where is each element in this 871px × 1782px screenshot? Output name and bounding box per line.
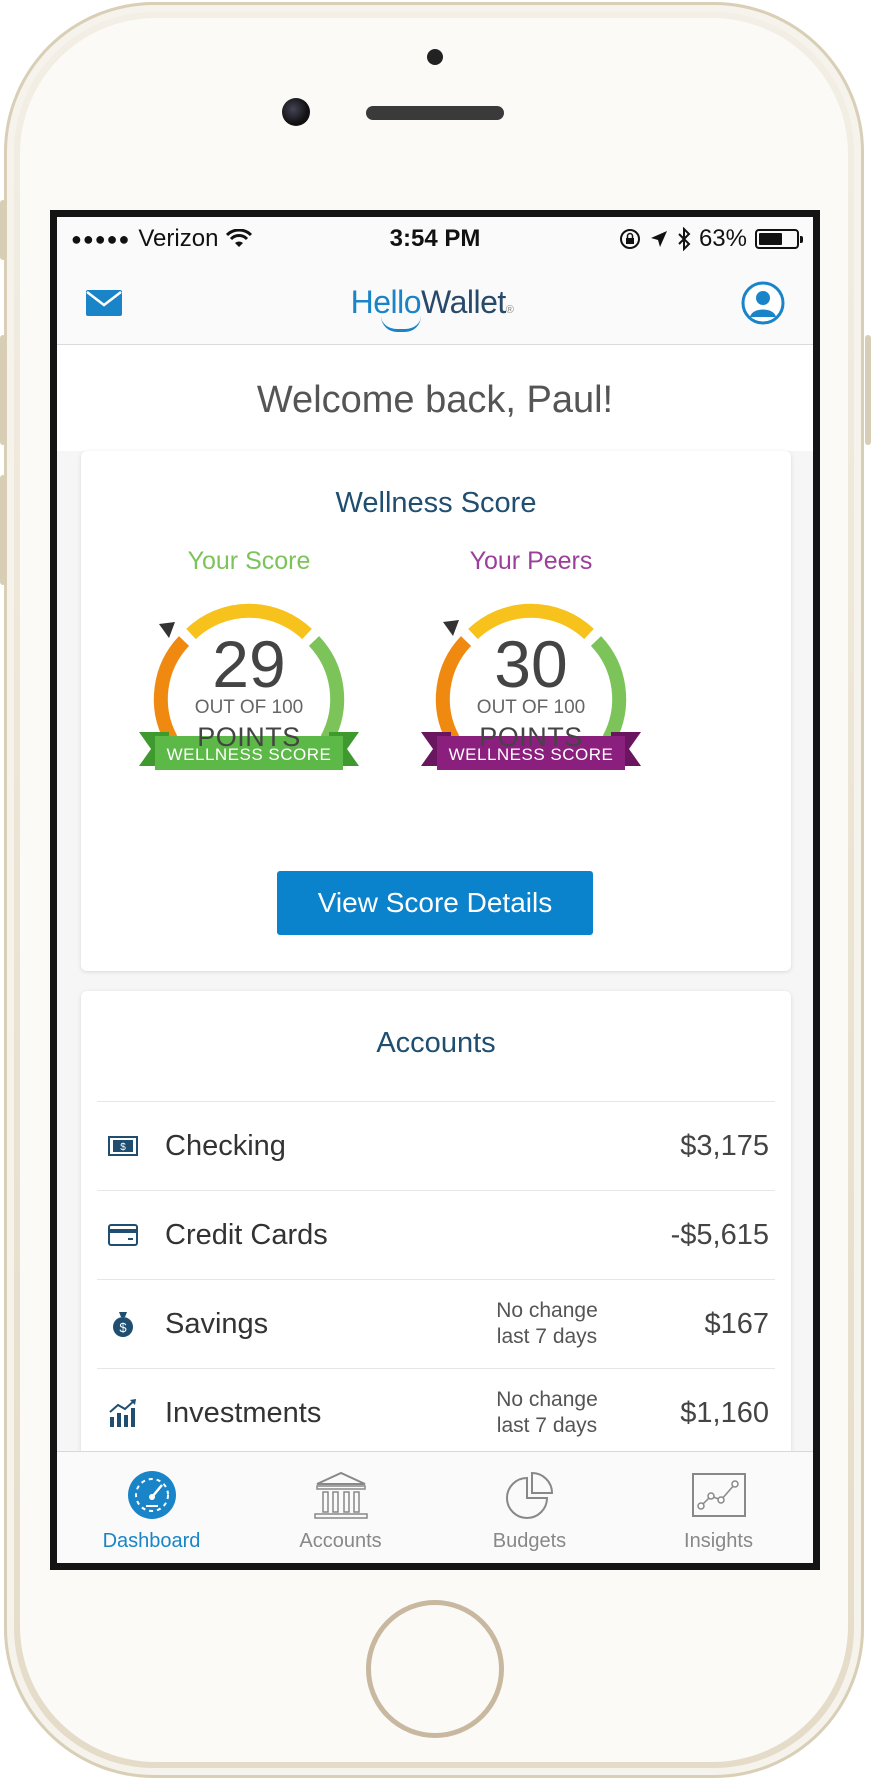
account-note-line1: No change (496, 1387, 598, 1411)
earpiece-speaker (366, 106, 504, 120)
cash-icon: $ (97, 1136, 149, 1156)
account-amount: $167 (704, 1307, 769, 1340)
svg-text:$: $ (119, 1320, 127, 1335)
your-score-label: Your Score (187, 547, 311, 575)
tab-budgets[interactable]: Budgets (445, 1466, 615, 1553)
tab-label: Budgets (492, 1530, 567, 1552)
mute-switch (0, 200, 6, 260)
tab-label: Accounts (299, 1530, 382, 1552)
peers-score-label: Your Peers (469, 547, 593, 575)
tab-bar: Dashboard Accounts Budgets Insights (57, 1451, 813, 1563)
tab-label: Dashboard (102, 1530, 201, 1552)
brand-mark: ® (505, 304, 514, 316)
account-name: Credit Cards (165, 1218, 328, 1251)
peers-score-value: 30 (494, 627, 568, 701)
accounts-title: Accounts (376, 1027, 496, 1059)
peers-score-gauge: Your Peers WELLNESS SCORE 30 OUT OF 100 … (411, 547, 651, 779)
account-row-credit-cards[interactable]: Credit Cards -$5,615 (97, 1190, 775, 1279)
account-change-note: No change last 7 days (452, 1298, 642, 1351)
signal-strength-icon: ●●●●● (71, 228, 131, 249)
view-score-details-button[interactable]: View Score Details (277, 871, 593, 935)
status-time: 3:54 PM (389, 225, 481, 252)
account-row-savings[interactable]: $ Savings No change last 7 days $167 (97, 1279, 775, 1368)
main-content[interactable]: Welcome back, Paul! Wellness Score Your … (57, 345, 813, 1465)
account-note-line2: last 7 days (496, 1414, 598, 1437)
front-camera (282, 98, 310, 126)
account-amount: -$5,615 (670, 1218, 769, 1251)
line-chart-icon (634, 1466, 804, 1524)
dashboard-icon (67, 1466, 237, 1524)
welcome-message: Welcome back, Paul! (57, 345, 813, 451)
tab-insights[interactable]: Insights (634, 1466, 804, 1553)
status-right: 63% (619, 225, 803, 253)
account-amount: $1,160 (680, 1396, 769, 1429)
account-name: Checking (165, 1129, 286, 1162)
wifi-icon (226, 229, 253, 247)
money-bag-icon: $ (97, 1310, 149, 1338)
your-score-value: 29 (212, 627, 286, 701)
bluetooth-icon (678, 227, 691, 251)
bank-icon (256, 1466, 426, 1524)
profile-icon[interactable] (741, 281, 785, 325)
account-amount: $3,175 (680, 1129, 769, 1162)
carrier-name: Verizon (138, 225, 219, 252)
accounts-list: $ Checking $3,175 Credit Cards -$5,615 $… (97, 1101, 775, 1457)
battery-icon (755, 229, 803, 249)
account-note-line1: No change (496, 1298, 598, 1322)
peers-score-unit: POINTS (479, 722, 583, 752)
accounts-card: Accounts $ Checking $3,175 Credit Cards … (81, 991, 791, 1465)
brand-hello: Hello (350, 284, 422, 320)
brand-wallet: Wallet (421, 284, 506, 320)
growth-chart-icon (97, 1399, 149, 1427)
tab-accounts[interactable]: Accounts (256, 1466, 426, 1553)
your-score-gauge: Your Score WELLNESS SCORE 29 OUT OF 100 … (129, 547, 369, 779)
account-row-investments[interactable]: Investments No change last 7 days $1,160 (97, 1368, 775, 1457)
hellowallet-logo: HelloWallet® (350, 284, 514, 332)
proximity-sensor (427, 49, 443, 65)
account-note-line2: last 7 days (496, 1325, 598, 1348)
power-button (865, 335, 871, 445)
tab-dashboard[interactable]: Dashboard (67, 1466, 237, 1553)
status-bar: ●●●●● Verizon 3:54 PM 63% (57, 217, 813, 261)
credit-card-icon (97, 1224, 149, 1246)
account-change-note: No change last 7 days (452, 1387, 642, 1440)
wellness-score-title: Wellness Score (335, 487, 537, 519)
location-arrow-icon (650, 231, 667, 247)
your-score-unit: POINTS (197, 722, 301, 752)
peers-score-out-of: OUT OF 100 (476, 697, 586, 718)
home-button[interactable] (366, 1600, 504, 1738)
account-row-checking[interactable]: $ Checking $3,175 (97, 1101, 775, 1190)
battery-fill (759, 233, 782, 245)
status-left: ●●●●● Verizon (71, 225, 253, 253)
svg-text:$: $ (120, 1142, 126, 1153)
app-header: HelloWallet® (57, 261, 813, 345)
battery-percent: 63% (698, 225, 747, 252)
your-score-out-of: OUT OF 100 (194, 697, 304, 718)
mail-icon[interactable] (85, 289, 123, 317)
rotation-lock-icon (619, 229, 640, 249)
tab-label: Insights (684, 1530, 753, 1552)
logo-smile (380, 316, 421, 332)
pie-chart-icon (445, 1466, 615, 1524)
screen: ●●●●● Verizon 3:54 PM 63% HelloWallet® W… (50, 210, 820, 1570)
wellness-score-card: Wellness Score Your Score WELLNESS SCORE… (81, 451, 791, 971)
volume-up-button (0, 335, 6, 445)
volume-down-button (0, 475, 6, 585)
